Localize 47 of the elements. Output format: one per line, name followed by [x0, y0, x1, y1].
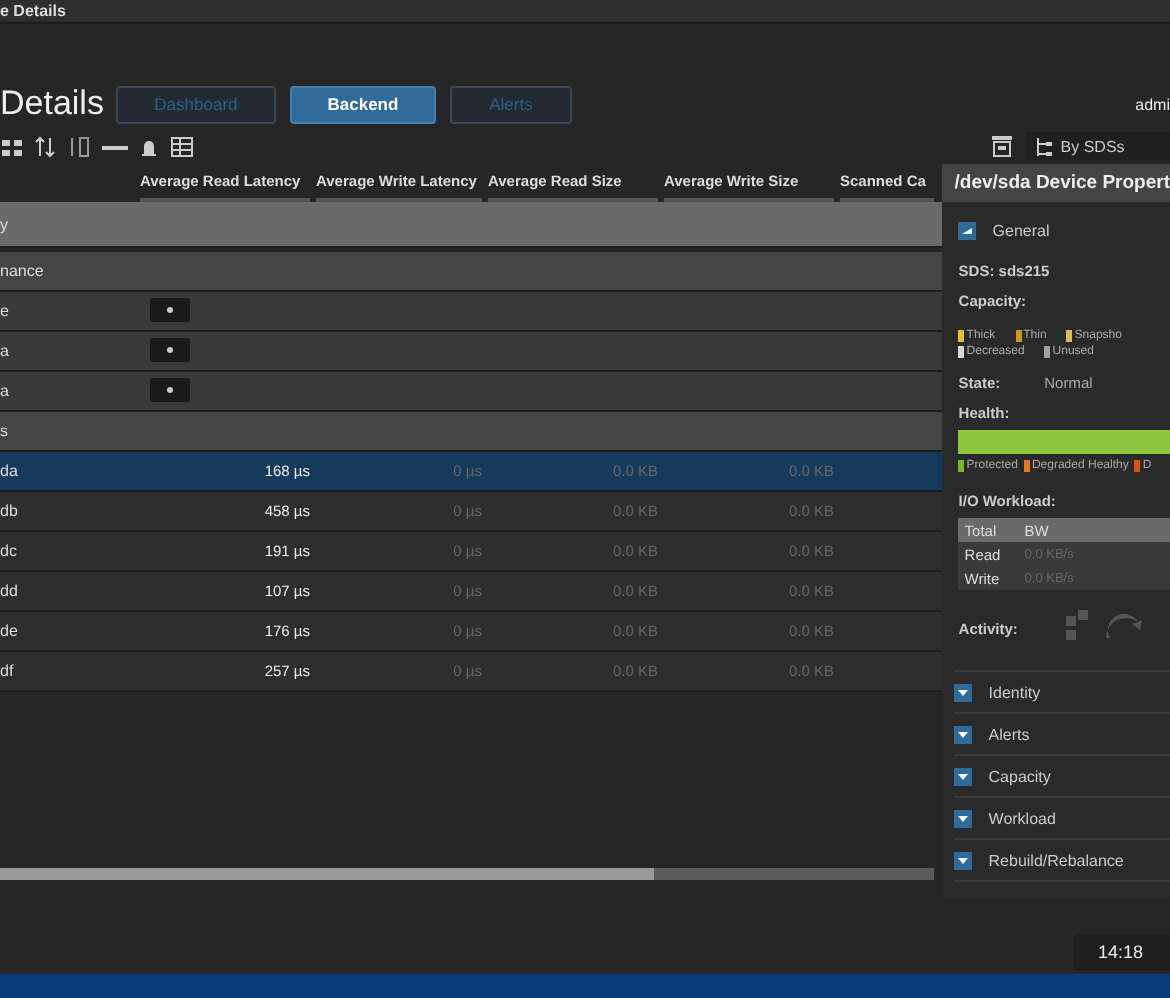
scrollbar-thumb[interactable] [0, 868, 655, 880]
table-row[interactable]: a [0, 332, 943, 372]
page-title: Details [0, 84, 104, 124]
row-name: df [0, 662, 16, 680]
section-header[interactable]: Rebuild/Rebalance [954, 840, 1170, 882]
tray-icon[interactable] [990, 134, 1015, 158]
table-row[interactable]: e [0, 292, 943, 332]
row-name: a [0, 382, 11, 400]
row-name: s [0, 422, 10, 440]
expand-icon[interactable] [954, 725, 973, 743]
badge-icon [150, 337, 190, 361]
activity-icon [1061, 610, 1142, 646]
section-header[interactable]: Identity [954, 672, 1170, 714]
collapse-icon[interactable] [958, 221, 977, 239]
clock: 14:18 [1074, 934, 1170, 970]
row-name: nance [0, 262, 46, 280]
view-dropdown[interactable]: By SDSs [1026, 132, 1170, 160]
row-name: db [0, 502, 20, 520]
row-name: dd [0, 582, 20, 600]
table-row[interactable]: nance [0, 252, 943, 292]
expand-icon[interactable] [954, 683, 973, 701]
user-name[interactable]: admi [1135, 96, 1170, 114]
table-row[interactable]: y [0, 202, 943, 248]
io-icon[interactable] [68, 133, 94, 159]
badge-icon [150, 377, 190, 401]
row-name: da [0, 462, 20, 480]
table-row[interactable]: a [0, 372, 943, 412]
row-name: dc [0, 542, 19, 560]
panel-title: /dev/sda Device Propert [942, 164, 1170, 202]
table-row[interactable]: s [0, 412, 943, 452]
tree-icon [1034, 135, 1053, 157]
table-icon[interactable] [170, 133, 196, 159]
section-header[interactable]: General [958, 210, 1170, 250]
section-header[interactable]: Capacity [954, 756, 1170, 798]
row-name: y [0, 215, 10, 233]
expand-icon[interactable] [954, 851, 973, 869]
expand-icon[interactable] [954, 809, 973, 827]
row-name: e [0, 302, 11, 320]
arrows-icon[interactable] [34, 133, 60, 159]
tab[interactable]: Backend [289, 85, 436, 123]
section-header[interactable]: Workload [954, 798, 1170, 840]
expand-icon[interactable] [954, 767, 973, 785]
section-header[interactable]: Alerts [954, 714, 1170, 756]
badge-icon [150, 297, 190, 321]
row-name: de [0, 622, 20, 640]
window-title: e Details [0, 2, 66, 20]
row-name: a [0, 342, 11, 360]
